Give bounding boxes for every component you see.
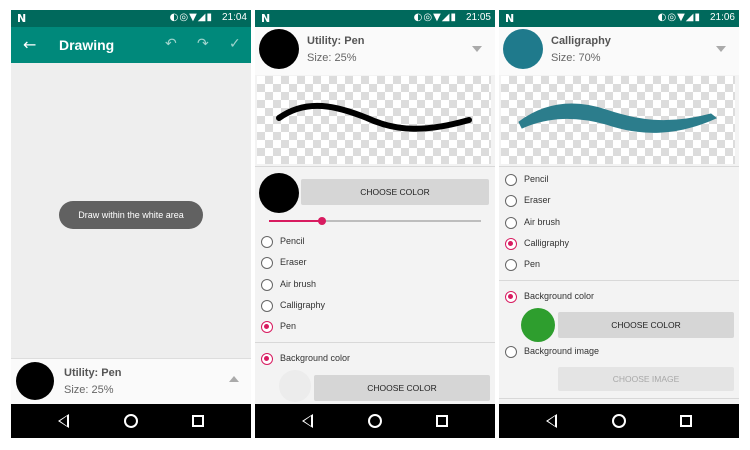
status-icons: ◐◎▼◢▮ bbox=[657, 12, 701, 23]
tool-label: Eraser bbox=[280, 257, 307, 267]
background-color-swatch bbox=[521, 308, 555, 342]
radio-icon bbox=[505, 217, 517, 229]
divider bbox=[255, 166, 495, 167]
utility-panel-header[interactable]: Calligraphy Size: 70% bbox=[499, 27, 739, 75]
divider bbox=[255, 342, 495, 343]
radio-icon bbox=[261, 257, 273, 269]
brush-color-swatch bbox=[259, 29, 299, 69]
status-bar: N ◐◎▼◢▮ 21:05 bbox=[255, 10, 495, 27]
nav-back-icon[interactable] bbox=[546, 414, 557, 428]
radio-icon bbox=[505, 346, 517, 358]
background-color-label: Background color bbox=[280, 353, 351, 363]
tool-label: Air brush bbox=[280, 279, 317, 289]
radio-icon bbox=[505, 259, 517, 271]
screen-drawing: N ◐◎▼◢▮ 21:04 ← Drawing ↶ ↷ ✓ Draw withi… bbox=[11, 10, 251, 438]
nav-back-icon[interactable] bbox=[58, 414, 69, 428]
tool-label: Eraser bbox=[524, 195, 551, 205]
chevron-down-icon[interactable] bbox=[716, 46, 726, 52]
toast-message: Draw within the white area bbox=[59, 201, 203, 229]
radio-icon bbox=[261, 279, 273, 291]
background-color-swatch bbox=[279, 370, 311, 402]
utility-label: Utility: Pen bbox=[307, 35, 365, 47]
tool-label: Pen bbox=[280, 321, 297, 331]
size-slider-fill bbox=[269, 220, 322, 222]
status-bar: N ◐◎▼◢▮ 21:04 bbox=[11, 10, 251, 27]
page-title: Drawing bbox=[59, 37, 115, 53]
divider bbox=[499, 280, 739, 281]
size-label: Size: 70% bbox=[551, 52, 601, 64]
android-n-icon: N bbox=[17, 12, 27, 25]
utility-panel-collapsed[interactable]: Utility: Pen Size: 25% bbox=[11, 358, 251, 404]
android-n-icon: N bbox=[261, 12, 271, 25]
tool-label: Pencil bbox=[280, 236, 305, 246]
brush-preview bbox=[501, 76, 735, 164]
pen-stroke-preview bbox=[276, 102, 472, 132]
tool-label: Calligraphy bbox=[280, 300, 326, 310]
app-toolbar: ← Drawing ↶ ↷ ✓ bbox=[11, 27, 251, 63]
tool-label: Pen bbox=[524, 259, 541, 269]
nav-bar bbox=[499, 404, 739, 438]
divider bbox=[499, 166, 739, 167]
size-slider-thumb[interactable] bbox=[318, 217, 326, 225]
calligraphy-stroke-preview bbox=[518, 103, 717, 133]
status-time: 21:06 bbox=[709, 12, 735, 23]
nav-recents-icon[interactable] bbox=[680, 415, 692, 427]
nav-back-icon[interactable] bbox=[302, 414, 313, 428]
utility-label: Calligraphy bbox=[551, 35, 611, 47]
radio-icon bbox=[261, 300, 273, 312]
android-n-icon: N bbox=[505, 12, 515, 25]
nav-home-icon[interactable] bbox=[124, 414, 138, 428]
tool-label: Calligraphy bbox=[524, 238, 570, 248]
brush-color-swatch bbox=[503, 29, 543, 69]
radio-selected-icon bbox=[505, 291, 517, 303]
utility-label: Utility: Pen bbox=[64, 367, 122, 379]
background-choose-color-button[interactable]: CHOOSE COLOR bbox=[558, 312, 734, 338]
radio-icon bbox=[505, 195, 517, 207]
radio-selected-icon bbox=[505, 238, 517, 250]
nav-bar bbox=[11, 404, 251, 438]
tool-label: Pencil bbox=[524, 174, 549, 184]
nav-recents-icon[interactable] bbox=[192, 415, 204, 427]
brush-preview bbox=[257, 76, 491, 164]
divider bbox=[499, 398, 739, 399]
screen-pen-settings: N ◐◎▼◢▮ 21:05 Utility: Pen Size: 25% CHO… bbox=[255, 10, 495, 438]
radio-selected-icon bbox=[261, 353, 273, 365]
status-icons: ◐◎▼◢▮ bbox=[413, 12, 457, 23]
screen-calligraphy-settings: N ◐◎▼◢▮ 21:06 Calligraphy Size: 70% Penc… bbox=[499, 10, 739, 438]
status-bar: N ◐◎▼◢▮ 21:06 bbox=[499, 10, 739, 27]
brush-color-swatch-large bbox=[259, 173, 299, 213]
background-choose-color-button[interactable]: CHOOSE COLOR bbox=[314, 375, 490, 401]
nav-home-icon[interactable] bbox=[368, 414, 382, 428]
chevron-up-icon[interactable] bbox=[229, 376, 239, 382]
nav-recents-icon[interactable] bbox=[436, 415, 448, 427]
size-label: Size: 25% bbox=[307, 52, 357, 64]
choose-image-button[interactable]: CHOOSE IMAGE bbox=[558, 367, 734, 391]
back-arrow-icon[interactable]: ← bbox=[23, 35, 36, 54]
nav-home-icon[interactable] bbox=[612, 414, 626, 428]
radio-selected-icon bbox=[261, 321, 273, 333]
nav-bar bbox=[255, 404, 495, 438]
size-slider[interactable] bbox=[269, 217, 481, 225]
background-image-label: Background image bbox=[524, 346, 600, 356]
utility-panel-header[interactable]: Utility: Pen Size: 25% bbox=[255, 27, 495, 75]
status-icons: ◐◎▼◢▮ bbox=[169, 12, 213, 23]
choose-color-button[interactable]: CHOOSE COLOR bbox=[301, 179, 489, 205]
brush-color-swatch bbox=[16, 362, 54, 400]
radio-icon bbox=[261, 236, 273, 248]
status-time: 21:05 bbox=[465, 12, 491, 23]
status-time: 21:04 bbox=[221, 12, 247, 23]
radio-icon bbox=[505, 174, 517, 186]
undo-icon[interactable]: ↶ bbox=[165, 36, 177, 52]
size-label: Size: 25% bbox=[64, 384, 114, 396]
chevron-down-icon[interactable] bbox=[472, 46, 482, 52]
tool-label: Air brush bbox=[524, 217, 561, 227]
background-color-label: Background color bbox=[524, 291, 595, 301]
redo-icon[interactable]: ↷ bbox=[197, 36, 209, 52]
check-icon[interactable]: ✓ bbox=[229, 36, 241, 52]
